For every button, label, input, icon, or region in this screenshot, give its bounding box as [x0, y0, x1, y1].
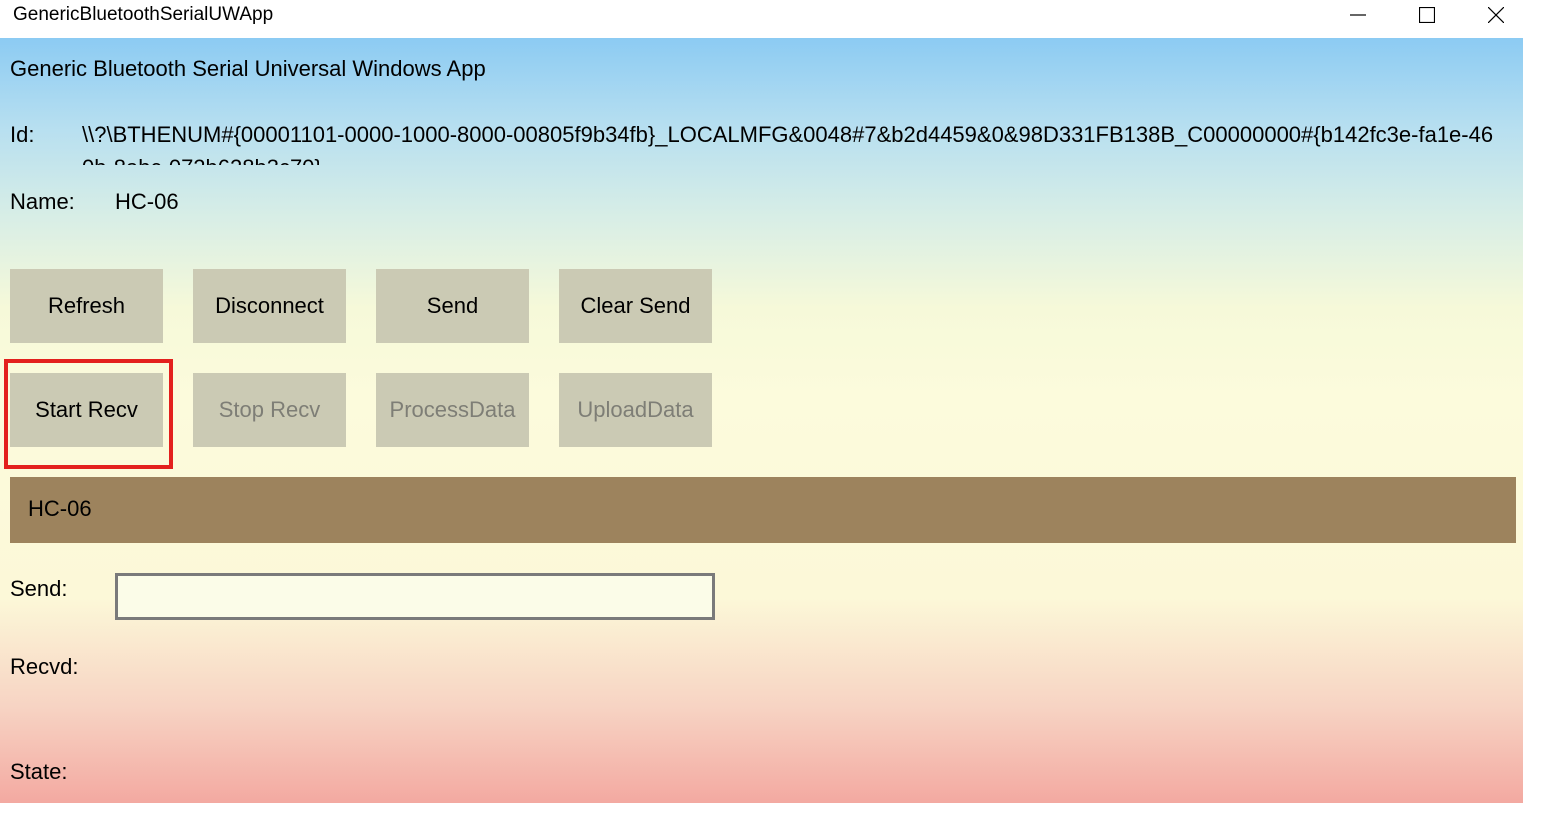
minimize-button[interactable]	[1324, 0, 1392, 30]
start-recv-highlight	[4, 359, 173, 469]
maximize-button[interactable]	[1393, 0, 1461, 30]
device-name: HC-06	[28, 496, 92, 521]
clear-send-button[interactable]: Clear Send	[559, 269, 712, 343]
window-titlebar: GenericBluetoothSerialUWApp	[0, 0, 1541, 38]
device-list-item[interactable]: HC-06	[10, 477, 1516, 543]
state-label: State:	[10, 759, 68, 784]
id-label: Id:	[10, 122, 35, 147]
close-button[interactable]	[1462, 0, 1530, 30]
process-data-button[interactable]: ProcessData	[376, 373, 529, 447]
send-label: Send:	[10, 576, 68, 601]
send-input[interactable]	[115, 573, 715, 620]
recvd-label: Recvd:	[10, 654, 79, 679]
close-icon	[1488, 7, 1504, 23]
disconnect-button[interactable]: Disconnect	[193, 269, 346, 343]
send-button[interactable]: Send	[376, 269, 529, 343]
name-value: HC-06	[115, 189, 179, 214]
app-content: Generic Bluetooth Serial Universal Windo…	[0, 38, 1523, 803]
window-title: GenericBluetoothSerialUWApp	[13, 4, 274, 25]
app-heading: Generic Bluetooth Serial Universal Windo…	[10, 56, 486, 81]
refresh-button[interactable]: Refresh	[10, 269, 163, 343]
stop-recv-button[interactable]: Stop Recv	[193, 373, 346, 447]
minimize-icon	[1350, 14, 1366, 16]
name-label: Name:	[10, 189, 75, 214]
upload-data-button[interactable]: UploadData	[559, 373, 712, 447]
maximize-icon	[1419, 7, 1435, 23]
id-value: \\?\BTHENUM#{00001101-0000-1000-8000-008…	[82, 122, 1494, 165]
